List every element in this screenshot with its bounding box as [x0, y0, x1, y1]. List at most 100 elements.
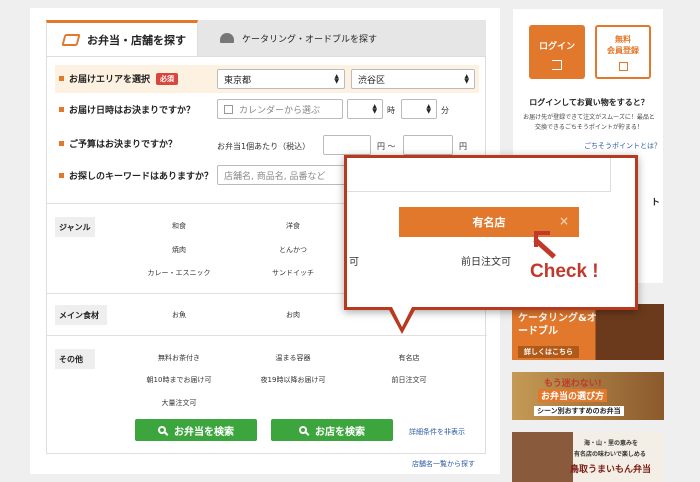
register-label: 会員登録 [607, 46, 639, 55]
check-callout: 有名店 × 可 前日注文可 Check ! [344, 155, 638, 310]
cloche-icon [220, 33, 234, 43]
other-option-by-10am[interactable]: 朝10時までお届け可 [147, 375, 212, 385]
genre-option-sandwich[interactable]: サンドイッチ [272, 268, 314, 278]
keyword-placeholder: 店舗名, 商品名, 品番など [224, 171, 326, 182]
budget-yen-to: 円 [459, 142, 467, 151]
bento-guide-line2: お弁当の選び方 [538, 389, 608, 402]
callout-right-text: 前日注文可 [461, 257, 511, 268]
search-icon [299, 426, 307, 434]
tottori-line1: 海・山・里の恵みを [584, 440, 639, 447]
close-icon[interactable]: × [559, 214, 569, 228]
minute-select[interactable]: ▲ ▼ [401, 99, 437, 119]
other-option-free-tea[interactable]: 無料お茶付き [158, 353, 200, 363]
prefecture-select[interactable]: 東京都 ▲ ▼ [217, 69, 345, 89]
login-benefit-question: ログインしてお買い物をすると？ [529, 98, 649, 107]
genre-option-washoku[interactable]: 和食 [172, 221, 186, 231]
calendar-icon [224, 104, 233, 114]
budget-question-label: ご予算はお決まりですか？ [69, 140, 178, 150]
register-button[interactable]: 無料 会員登録 [595, 25, 651, 79]
hour-unit: 時 [387, 106, 395, 115]
selected-tag-label: 有名店 [472, 216, 506, 229]
other-option-day-before[interactable]: 前日注文可 [392, 375, 427, 385]
minute-unit: 分 [441, 106, 449, 115]
search-icon [158, 426, 166, 434]
bullet-icon [59, 173, 64, 178]
other-option-bulk-order[interactable]: 大量注文可 [162, 398, 197, 408]
area-question-label: お届けエリアを選択 [69, 75, 151, 85]
callout-tail-inner [392, 307, 412, 327]
bento-search-label: お弁当を検索 [174, 426, 234, 438]
date-placeholder: カレンダーから選ぶ [239, 105, 321, 116]
prefecture-value: 東京都 [224, 75, 252, 86]
login-benefit-note: お届け先が登録できて注文がスムーズに！最品と交換できるごちそうポイントが貯まる！ [523, 114, 655, 131]
bento-box-icon [61, 33, 81, 46]
genre-option-yakiniku[interactable]: 焼肉 [172, 245, 186, 255]
select-arrows-icon: ▲ ▼ [334, 73, 339, 85]
other-option-warm-container[interactable]: 温まる容器 [276, 353, 311, 363]
sidebar-peek-text: ト [651, 198, 661, 208]
login-arrow-icon [552, 60, 562, 70]
selected-tag-famous-shop[interactable]: 有名店 × [399, 207, 579, 237]
catering-banner-link: 詳しくはこちら [518, 346, 579, 358]
select-arrows-icon: ▲ ▼ [464, 73, 469, 85]
bento-guide-banner[interactable]: もう迷わない! お弁当の選び方 シーン別おすすめのお弁当 [512, 372, 664, 420]
search-tabs: お弁当・店舗を探す ケータリング・オードブルを探す [46, 20, 486, 56]
genre-option-curry-ethnic[interactable]: カレー・エスニック [148, 268, 211, 278]
bullet-icon [59, 107, 64, 112]
other-option-after-19[interactable]: 夜19時以降お届け可 [261, 375, 326, 385]
ward-select[interactable]: 渋谷区 ▲ ▼ [351, 69, 475, 89]
pencil-icon [618, 62, 628, 71]
other-option-famous-shop[interactable]: 有名店 [399, 353, 420, 363]
budget-label: お弁当1個あたり（税込） [217, 142, 311, 151]
tab-catering-search[interactable]: ケータリング・オードブルを探す [198, 20, 486, 56]
catering-banner-title: ケータリング&オードブル [518, 313, 597, 337]
keyword-question: お探しのキーワードはありますか？ [59, 169, 213, 182]
ward-value: 渋谷区 [358, 75, 386, 86]
bento-guide-line3: シーン別おすすめのお弁当 [534, 406, 624, 416]
bento-guide-line1: もう迷わない! [544, 379, 602, 389]
hour-select[interactable]: ▲ ▼ [347, 99, 383, 119]
divider [47, 335, 487, 336]
main-option-meat[interactable]: お肉 [286, 310, 300, 320]
date-question: お届け日時はお決まりですか？ [59, 103, 195, 116]
login-label: ログイン [538, 42, 575, 52]
date-picker[interactable]: カレンダーから選ぶ [217, 99, 343, 119]
required-badge: 必須 [156, 72, 179, 85]
keyword-input[interactable]: 店舗名, 商品名, 品番など [217, 165, 357, 185]
main-option-fish[interactable]: お魚 [172, 310, 186, 320]
area-question: お届けエリアを選択 必須 [59, 72, 179, 85]
tottori-line2: 有名店の味わいで楽しめる [574, 451, 646, 458]
shop-search-label: お店を検索 [315, 426, 365, 438]
register-free-label: 無料 [615, 35, 631, 44]
bento-search-button[interactable]: お弁当を検索 [135, 419, 257, 441]
catering-banner[interactable]: ケータリング&オードブル 詳しくはこちら [512, 304, 664, 360]
tab-shop-search-label: お弁当・店舗を探す [87, 33, 186, 47]
keyword-question-label: お探しのキーワードはありますか？ [69, 172, 214, 182]
callout-zoom-input [347, 158, 611, 192]
select-arrows-icon: ▲ ▼ [372, 103, 377, 115]
shop-list-link[interactable]: 店舗名一覧から探す [412, 459, 475, 469]
point-link[interactable]: ごちそうポイントとは？ [513, 141, 661, 151]
other-label: その他 [55, 349, 95, 369]
login-button[interactable]: ログイン [529, 25, 585, 79]
genre-option-yoshoku[interactable]: 洋食 [286, 221, 300, 231]
tottori-line3: 鳥取うまいもん弁当 [570, 465, 652, 475]
select-arrows-icon: ▲ ▼ [426, 103, 431, 115]
bullet-icon [59, 141, 64, 146]
budget-min-input[interactable] [323, 135, 371, 155]
callout-left-text: 可 [349, 257, 359, 268]
budget-question: ご予算はお決まりですか？ [59, 137, 177, 150]
genre-label: ジャンル [55, 217, 95, 237]
date-question-label: お届け日時はお決まりですか？ [69, 106, 196, 116]
genre-option-tonkatsu[interactable]: とんかつ [279, 245, 307, 255]
tottori-banner[interactable]: 海・山・里の恵みを 有名店の味わいで楽しめる 鳥取うまいもん弁当 [512, 432, 664, 482]
budget-max-input[interactable] [403, 135, 453, 155]
main-ingredient-label: メイン食材 [55, 305, 107, 325]
hide-detail-link[interactable]: 詳細条件を非表示 [409, 427, 465, 437]
budget-yen-from: 円 〜 [377, 142, 396, 151]
shop-search-button[interactable]: お店を検索 [271, 419, 393, 441]
check-callout-text: Check ! [530, 261, 599, 282]
bullet-icon [59, 76, 64, 81]
tab-shop-search[interactable]: お弁当・店舗を探す [46, 20, 198, 56]
tab-catering-search-label: ケータリング・オードブルを探す [242, 34, 378, 45]
